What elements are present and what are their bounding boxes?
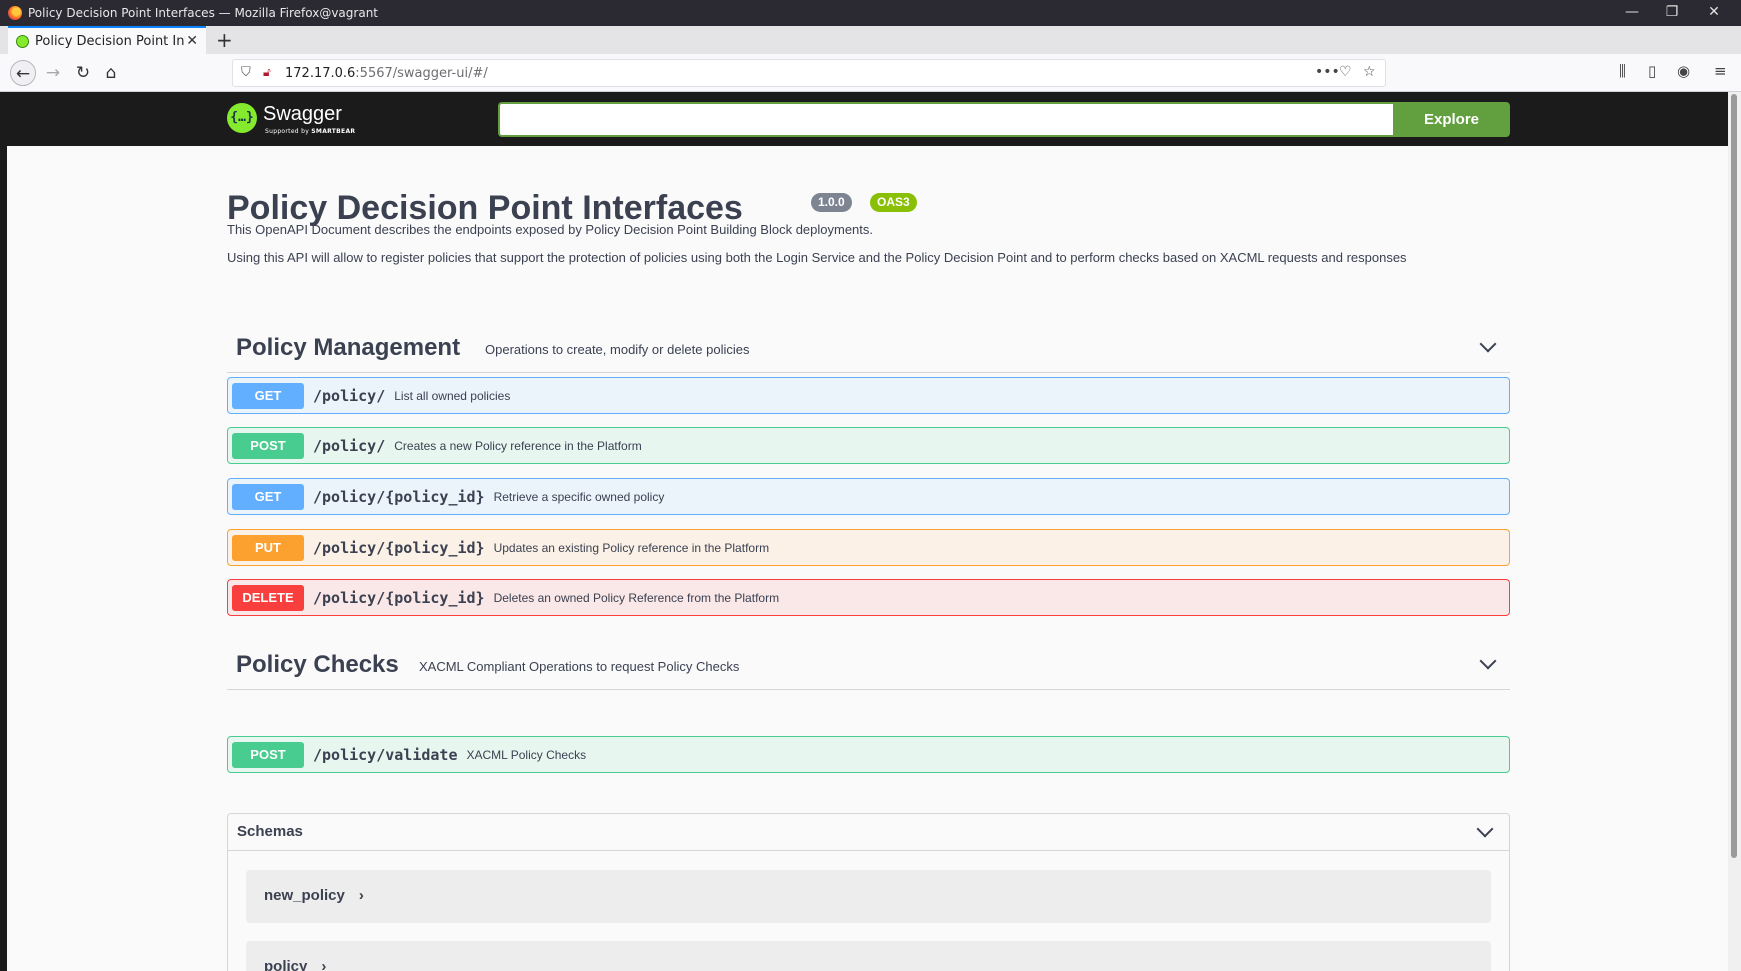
operation-get-policy-id[interactable]: GET /policy/{policy_id} Retrieve a speci… — [227, 478, 1510, 515]
swagger-topbar: {…} Swagger Supported by SMARTBEAR Explo… — [7, 92, 1728, 146]
operation-summary: XACML Policy Checks — [466, 747, 587, 762]
url-bar[interactable]: ⛉ 🔓︎ 172.17.0.6:5567/swagger-ui/#/ ••• ♡… — [232, 59, 1386, 87]
library-icon[interactable]: ⫼ — [1619, 62, 1626, 80]
method-badge: PUT — [232, 534, 304, 561]
explore-button[interactable]: Explore — [1393, 102, 1510, 137]
schemas-header[interactable]: Schemas — [228, 814, 1509, 851]
model-name[interactable]: new_policy › — [264, 887, 364, 904]
model-new-policy[interactable]: new_policy › — [246, 870, 1491, 923]
firefox-icon — [8, 6, 22, 20]
navigation-toolbar: ← → ↻ ⌂ ⛉ 🔓︎ 172.17.0.6:5567/swagger-ui/… — [0, 54, 1741, 92]
operation-put-policy-id[interactable]: PUT /policy/{policy_id} Updates an exist… — [227, 529, 1510, 566]
close-window-button[interactable]: ✕ — [1704, 4, 1724, 20]
page-viewport: {…} Swagger Supported by SMARTBEAR Explo… — [7, 92, 1728, 971]
swagger-logo-text: Swagger — [263, 103, 342, 125]
operation-path: /policy/{policy_id} — [313, 588, 485, 607]
operation-summary: Creates a new Policy reference in the Pl… — [394, 438, 642, 453]
operation-path: /policy/ — [313, 436, 386, 455]
scrollbar-thumb[interactable] — [1731, 94, 1737, 858]
page-scrollbar[interactable] — [1728, 92, 1741, 971]
operation-post-policy-validate[interactable]: POST /policy/validate XACML Policy Check… — [227, 736, 1510, 773]
chevron-down-icon[interactable] — [1479, 335, 1497, 353]
schemas-section: Schemas new_policy › policy › — [227, 813, 1510, 971]
tab-strip: Policy Decision Point Inte ✕ + — [0, 26, 1741, 54]
page-actions-icon[interactable]: ••• — [1315, 64, 1340, 80]
model-policy[interactable]: policy › — [246, 941, 1491, 971]
operation-summary: Deletes an owned Policy Reference from t… — [493, 590, 780, 605]
operation-path: /policy/{policy_id} — [313, 538, 485, 557]
operation-path: /policy/ — [313, 386, 386, 405]
tag-description: XACML Compliant Operations to request Po… — [419, 659, 740, 674]
model-name[interactable]: policy › — [264, 958, 326, 971]
tag-name: Policy Checks — [236, 651, 399, 678]
chevron-right-icon: › — [358, 887, 364, 904]
api-description-usage: Using this API will allow to register po… — [227, 250, 1407, 265]
tab-close-icon[interactable]: ✕ — [186, 33, 198, 49]
restore-button[interactable]: ❐ — [1662, 4, 1682, 20]
hamburger-menu-icon[interactable]: ≡ — [1714, 62, 1727, 80]
method-badge: POST — [232, 741, 304, 768]
chevron-down-icon[interactable] — [1476, 820, 1494, 838]
smartbear-tagline: Supported by SMARTBEAR — [265, 128, 356, 135]
operation-get-policy[interactable]: GET /policy/ List all owned policies — [227, 377, 1510, 414]
operation-path: /policy/{policy_id} — [313, 487, 485, 506]
bookmark-star-icon[interactable]: ☆ — [1363, 64, 1376, 80]
version-badge: 1.0.0 — [811, 193, 852, 212]
tag-name: Policy Management — [236, 334, 461, 361]
back-button[interactable]: ← — [10, 60, 36, 86]
swagger-logo-icon: {…} — [227, 103, 257, 133]
window-title: Policy Decision Point Interfaces — Mozil… — [28, 6, 378, 20]
home-button[interactable]: ⌂ — [98, 60, 124, 86]
method-badge: DELETE — [232, 584, 304, 611]
api-description: This OpenAPI Document describes the endp… — [227, 222, 874, 237]
pocket-icon[interactable]: ♡ — [1339, 64, 1352, 80]
reload-button[interactable]: ↻ — [70, 60, 96, 86]
shield-icon[interactable]: ⛉ — [241, 65, 251, 80]
tab-title: Policy Decision Point Inte — [35, 33, 185, 49]
oas-badge: OAS3 — [870, 193, 917, 212]
operation-summary: Updates an existing Policy reference in … — [493, 540, 770, 555]
method-badge: GET — [232, 382, 304, 409]
tag-policy-management[interactable]: Policy Management Operations to create, … — [227, 324, 1510, 373]
explore-url-input[interactable] — [498, 102, 1393, 137]
sidebar-icon[interactable]: ▯ — [1648, 62, 1656, 80]
operation-delete-policy-id[interactable]: DELETE /policy/{policy_id} Deletes an ow… — [227, 579, 1510, 616]
method-badge: GET — [232, 483, 304, 510]
swagger-favicon-icon — [16, 34, 29, 48]
operation-summary: List all owned policies — [394, 388, 511, 403]
tag-policy-checks[interactable]: Policy Checks XACML Compliant Operations… — [227, 641, 1510, 690]
minimize-button[interactable]: — — [1622, 4, 1642, 20]
new-tab-button[interactable]: + — [216, 26, 233, 54]
method-badge: POST — [232, 432, 304, 459]
tag-description: Operations to create, modify or delete p… — [485, 342, 750, 357]
insecure-lock-icon[interactable]: 🔓︎ — [263, 65, 271, 80]
chevron-right-icon: › — [321, 958, 327, 971]
url-text[interactable]: 172.17.0.6:5567/swagger-ui/#/ — [285, 66, 488, 81]
operation-post-policy[interactable]: POST /policy/ Creates a new Policy refer… — [227, 427, 1510, 464]
operation-summary: Retrieve a specific owned policy — [493, 489, 665, 504]
operation-path: /policy/validate — [313, 745, 458, 764]
chevron-down-icon[interactable] — [1479, 652, 1497, 670]
account-icon[interactable]: ◉ — [1677, 62, 1690, 80]
window-titlebar: Policy Decision Point Interfaces — Mozil… — [0, 0, 1741, 26]
forward-button[interactable]: → — [40, 60, 66, 86]
schemas-title: Schemas — [237, 823, 303, 840]
tab-active[interactable]: Policy Decision Point Inte ✕ — [8, 26, 206, 54]
